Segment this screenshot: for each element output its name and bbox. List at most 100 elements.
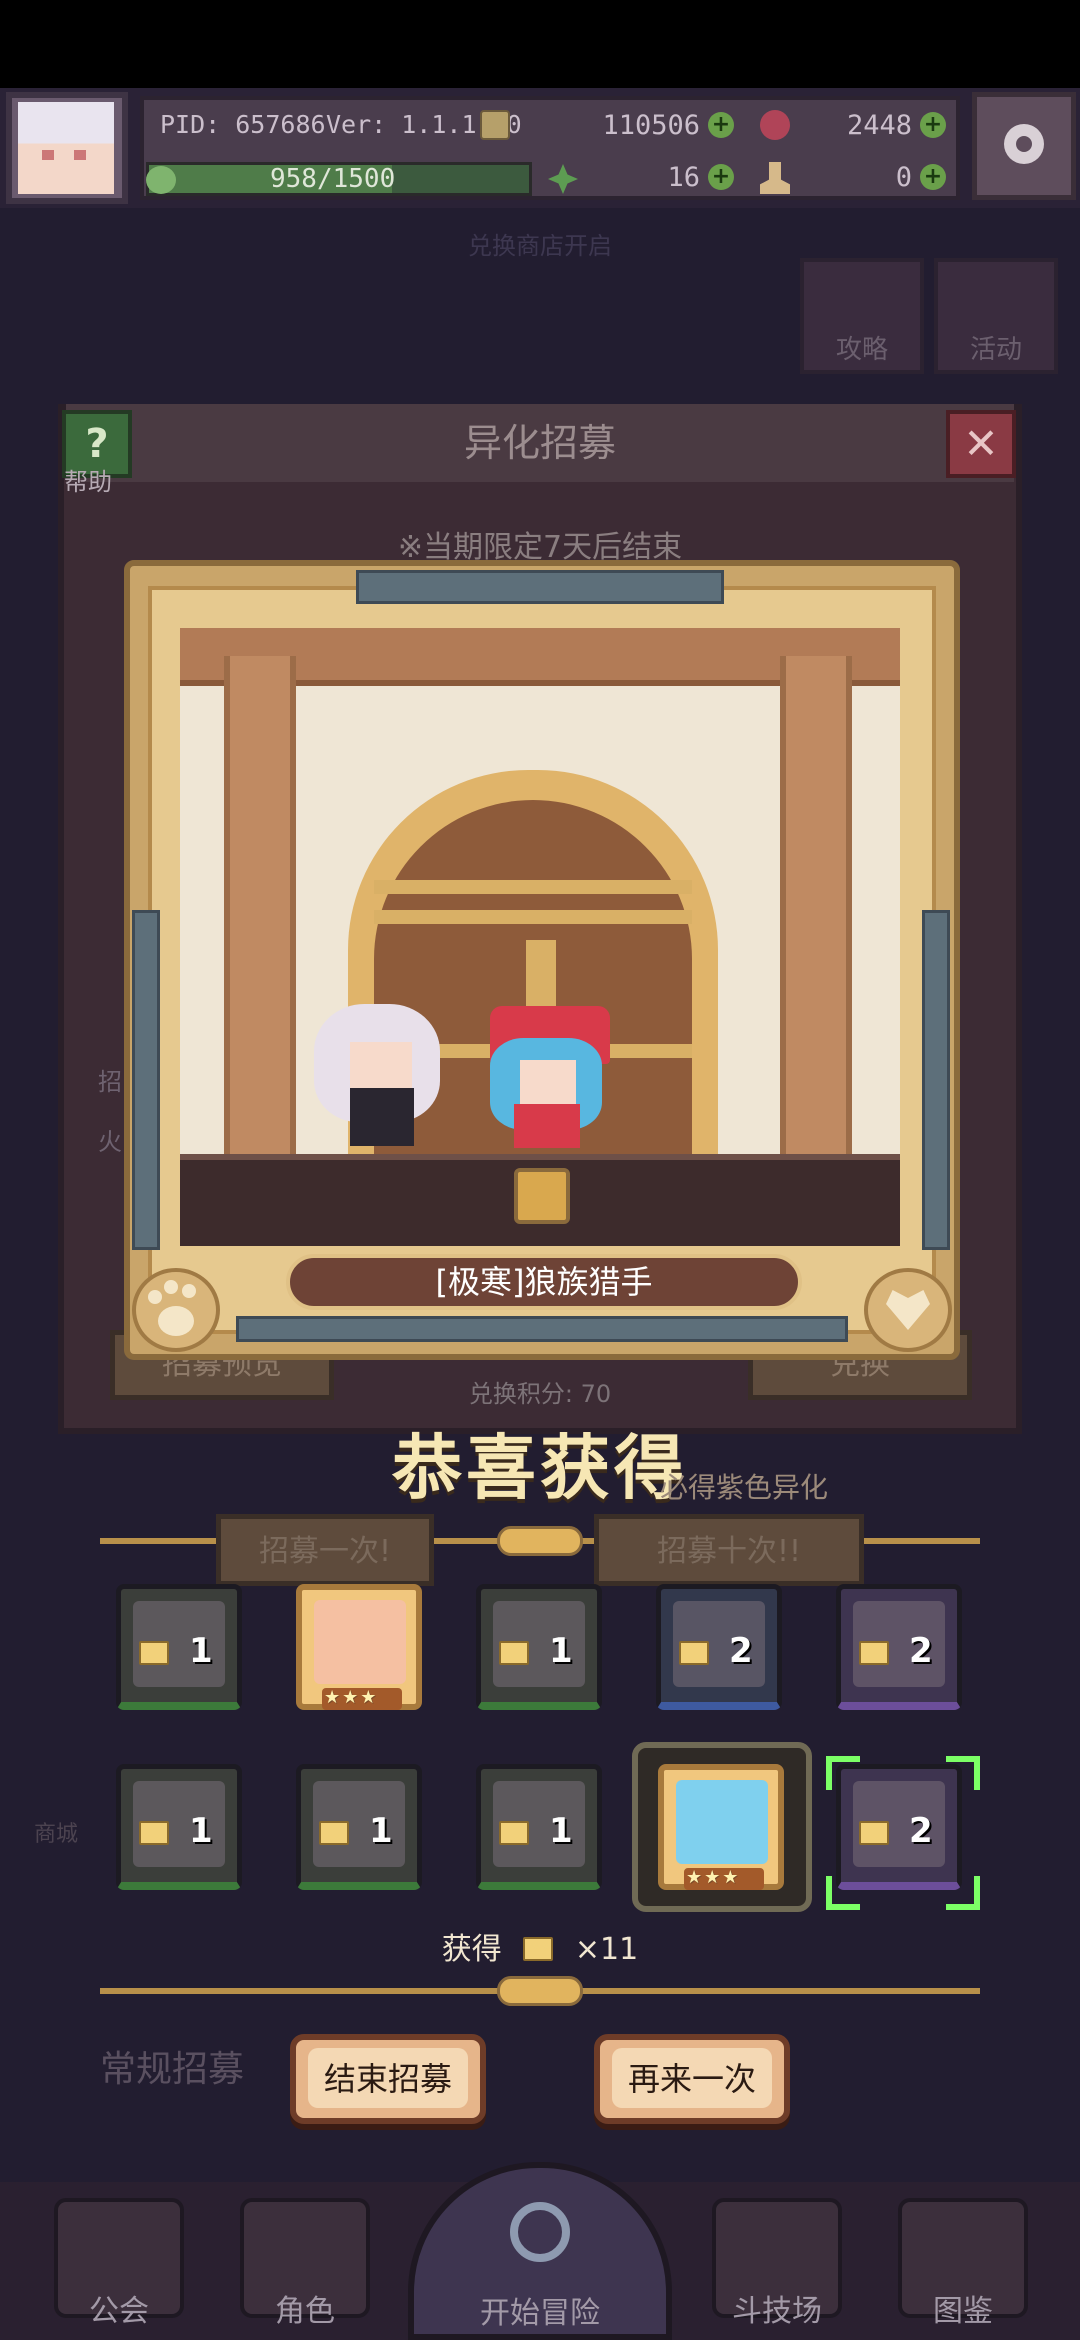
white-hair-character-body xyxy=(350,1088,414,1146)
bg-recruit-ten-button: 招募十次!! xyxy=(594,1514,864,1586)
reward-count: 1 xyxy=(549,1631,573,1671)
selection-corner xyxy=(826,1756,860,1790)
selection-corner xyxy=(826,1876,860,1910)
bg-regular-recruit: 常规招募 xyxy=(100,2049,245,2090)
reward-stars: ★★★ xyxy=(686,1867,741,1888)
gem-icon xyxy=(760,110,790,140)
status-bar xyxy=(0,0,1080,88)
scene-door-bar xyxy=(374,910,692,924)
gear-icon-hole xyxy=(1016,136,1032,152)
close-dialog-button: ✕ xyxy=(946,410,1016,478)
end-recruit-button[interactable]: 结束招募 xyxy=(290,2034,486,2124)
magnifier-icon xyxy=(510,2202,570,2262)
reward-tile[interactable]: 1 xyxy=(116,1764,242,1890)
nav-role-label: 角色 xyxy=(275,2294,335,2329)
add-boots-icon[interactable]: + xyxy=(920,164,946,190)
recruit-again-button[interactable]: 再来一次 xyxy=(594,2034,790,2124)
bg-left-label-1: 招 xyxy=(98,1068,122,1096)
avatar-eye xyxy=(74,150,86,160)
paw-icon xyxy=(132,1268,220,1352)
boots-amount: 0 xyxy=(895,162,912,193)
guide-button: 攻略 xyxy=(800,258,924,374)
reward-tile[interactable]: 1 xyxy=(476,1764,602,1890)
add-clover-icon[interactable]: + xyxy=(708,164,734,190)
card-side-strip-right xyxy=(922,910,950,1250)
reward-tile[interactable]: 1 xyxy=(296,1764,422,1890)
reward-portrait xyxy=(676,1780,768,1864)
nav-arena-label: 斗技场 xyxy=(732,2294,822,2329)
paw-icon-toe xyxy=(148,1290,162,1304)
obtained-prefix: 获得 xyxy=(441,1932,502,1967)
bg-left-label-2: 火 xyxy=(98,1128,122,1156)
nav-arena: 斗技场 xyxy=(702,2188,852,2338)
reward-count: 1 xyxy=(189,1811,213,1851)
reward-tile[interactable]: 1 xyxy=(116,1584,242,1710)
selection-corner xyxy=(946,1756,980,1790)
reward-tile[interactable]: 2 xyxy=(656,1584,782,1710)
shard-folder-icon xyxy=(679,1641,709,1665)
character-name: [极寒]狼族猎手 xyxy=(435,1263,653,1301)
shard-folder-icon xyxy=(499,1641,529,1665)
reward-count: 1 xyxy=(369,1811,393,1851)
divider-ornament-icon xyxy=(497,1526,583,1556)
wolf-hunter-body xyxy=(514,1104,580,1148)
clover-exp-icon xyxy=(146,166,176,194)
nav-codex-label: 图鉴 xyxy=(933,2294,993,2329)
reward-tile-featured[interactable]: ★★★ xyxy=(296,1584,422,1710)
reward-count: 2 xyxy=(909,1631,933,1671)
reward-card-bottom-plate xyxy=(236,1316,848,1342)
nav-guild: 公会 xyxy=(44,2188,194,2338)
divider-ornament-icon xyxy=(497,1976,583,2006)
copy-id-icon[interactable] xyxy=(480,110,510,140)
gem-amount: 2448 xyxy=(846,110,912,141)
bg-side-bottom-label: 商城 xyxy=(34,1822,79,1847)
reward-tile-featured[interactable]: ★★★ xyxy=(658,1764,784,1890)
guide-label: 攻略 xyxy=(835,335,888,365)
activity-button: 活动 xyxy=(934,258,1058,374)
gold-amount: 110506 xyxy=(602,110,700,141)
reward-card-top-plate xyxy=(356,570,724,604)
reward-stars: ★★★ xyxy=(324,1687,379,1708)
shard-folder-icon xyxy=(523,1937,554,1961)
player-id: PID: 657686 xyxy=(160,110,326,139)
scene-pillar-left xyxy=(224,656,296,1156)
shard-folder-icon xyxy=(499,1821,529,1845)
recruit-again-label: 再来一次 xyxy=(627,2060,756,2098)
nav-guild-label: 公会 xyxy=(89,2294,149,2329)
reward-tile[interactable]: 1 xyxy=(476,1584,602,1710)
wolf-hunter-face xyxy=(520,1060,576,1104)
help-label: 帮助 xyxy=(64,468,112,496)
reward-count: 1 xyxy=(549,1811,573,1851)
paw-icon-pad xyxy=(158,1306,194,1336)
avatar-portrait xyxy=(18,102,114,194)
nav-start-label: 开始冒险 xyxy=(480,2296,600,2331)
scene-door-bar xyxy=(374,880,692,894)
bg-recruit-once-button: 招募一次! xyxy=(216,1514,434,1586)
white-hair-character-face xyxy=(350,1042,412,1088)
paw-icon-toe xyxy=(182,1284,196,1298)
nav-role: 角色 xyxy=(230,2188,380,2338)
nav-codex: 图鉴 xyxy=(888,2188,1038,2338)
reward-count: 1 xyxy=(189,1631,213,1671)
exp-value: 958/1500 xyxy=(270,164,396,194)
add-gold-icon[interactable]: + xyxy=(708,112,734,138)
reward-tile[interactable]: 2 xyxy=(836,1584,962,1710)
dialog-title: 异化招募 xyxy=(463,421,616,465)
bg-guarantee-text: 必得紫色异化 xyxy=(660,1471,829,1504)
congrats-title: 恭喜获得 xyxy=(392,1427,688,1509)
selection-corner xyxy=(946,1876,980,1910)
add-gems-icon[interactable]: + xyxy=(920,112,946,138)
shard-folder-icon xyxy=(139,1821,169,1845)
activity-label: 活动 xyxy=(969,335,1022,365)
bg-recruit-ten-label: 招募十次!! xyxy=(656,1534,802,1569)
reward-count: 2 xyxy=(729,1631,753,1671)
card-side-strip-left xyxy=(132,910,160,1250)
avatar-eye xyxy=(42,150,54,160)
obtained-summary: 获得 ×11 xyxy=(0,1924,1080,1968)
reward-count: 2 xyxy=(909,1811,933,1851)
reward-portrait xyxy=(314,1600,406,1684)
card-emblem-icon xyxy=(514,1168,570,1224)
bg-recruit-once-label: 招募一次! xyxy=(258,1534,392,1569)
exchange-points: 兑换积分: 70 xyxy=(468,1380,612,1408)
bg-top-banner: 兑换商店开启 xyxy=(468,232,612,260)
